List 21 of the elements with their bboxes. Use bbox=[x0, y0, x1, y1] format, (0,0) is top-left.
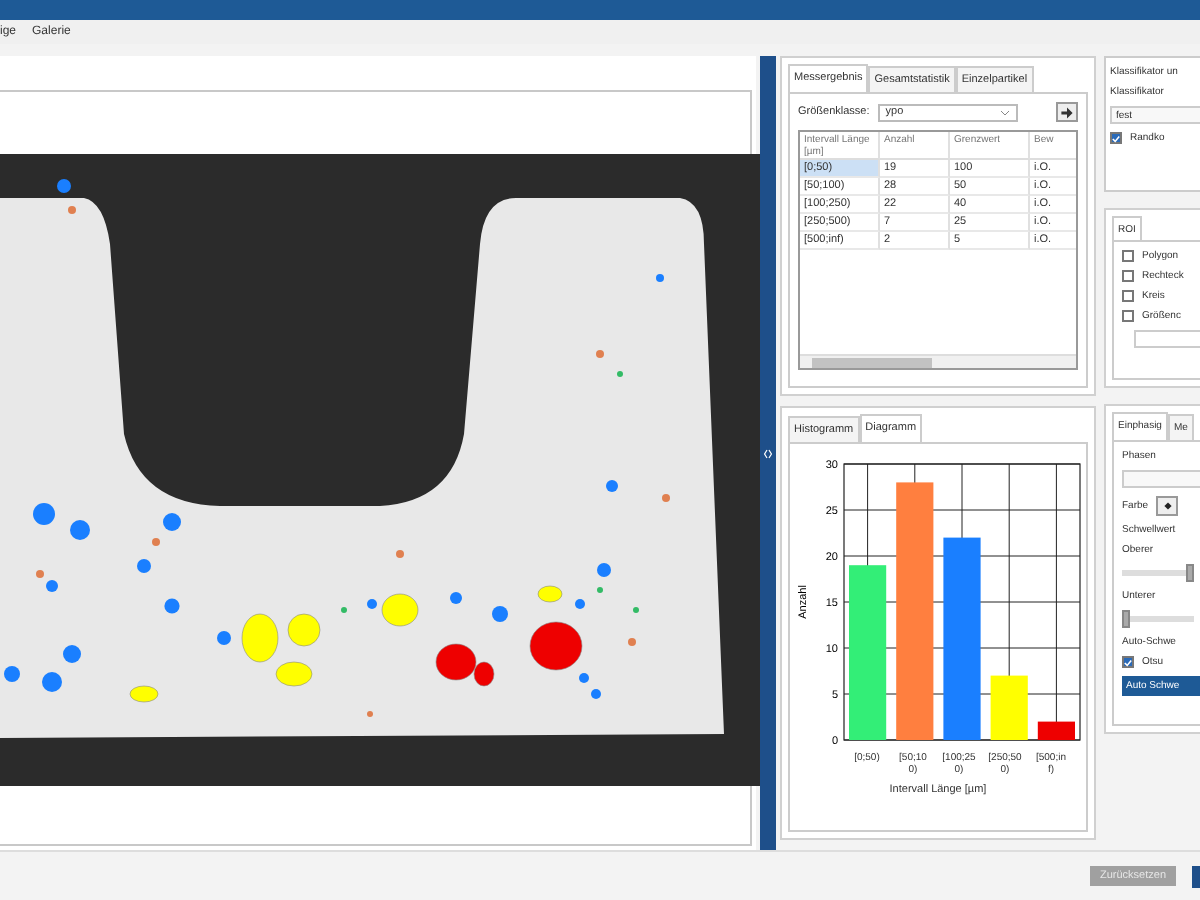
horizontal-scrollbar[interactable] bbox=[800, 354, 1076, 368]
arrows-icon bbox=[764, 447, 772, 459]
phases-field[interactable] bbox=[1122, 470, 1200, 488]
slider-thumb[interactable] bbox=[1186, 564, 1194, 582]
checkbox[interactable] bbox=[1122, 250, 1134, 262]
checkbox[interactable] bbox=[1110, 132, 1122, 144]
upper-slider[interactable] bbox=[1122, 570, 1194, 576]
export-button[interactable] bbox=[1056, 102, 1078, 122]
chevron-down-icon bbox=[999, 109, 1010, 115]
check-icon bbox=[1124, 657, 1132, 667]
checkbox[interactable] bbox=[1122, 270, 1134, 282]
bar bbox=[990, 675, 1028, 740]
checkbox[interactable] bbox=[1122, 290, 1134, 302]
checkbox[interactable] bbox=[1122, 656, 1134, 668]
check-icon bbox=[1112, 133, 1120, 143]
checkbox[interactable] bbox=[1122, 310, 1134, 322]
arrow-icon bbox=[1060, 105, 1074, 119]
color-button[interactable] bbox=[1156, 496, 1179, 516]
lower-slider[interactable] bbox=[1122, 616, 1194, 622]
roi-field[interactable] bbox=[1134, 330, 1200, 348]
slider-thumb[interactable] bbox=[1122, 610, 1130, 628]
